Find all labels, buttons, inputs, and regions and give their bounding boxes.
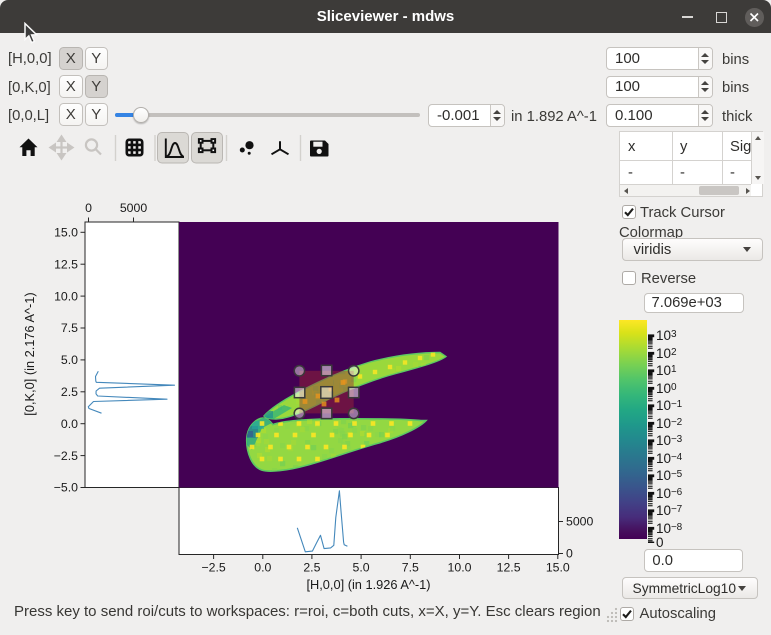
svg-text:0: 0	[566, 547, 573, 561]
svg-text:0.0: 0.0	[254, 561, 271, 575]
svg-text:7.5: 7.5	[61, 321, 78, 335]
svg-text:[0,K,0] (in 2.176 A^-1): [0,K,0] (in 2.176 A^-1)	[22, 292, 37, 415]
svg-text:0: 0	[85, 201, 92, 215]
svg-text:10.0: 10.0	[54, 289, 78, 303]
svg-text:−5.0: −5.0	[54, 481, 78, 495]
svg-text:−2.5: −2.5	[54, 449, 78, 463]
svg-text:5.0: 5.0	[61, 353, 78, 367]
svg-text:5000: 5000	[566, 515, 594, 529]
svg-text:12.5: 12.5	[497, 561, 521, 575]
svg-text:10.0: 10.0	[448, 561, 472, 575]
svg-text:5.0: 5.0	[353, 561, 370, 575]
svg-text:[H,0,0] (in 1.926 A^-1): [H,0,0] (in 1.926 A^-1)	[306, 577, 430, 592]
svg-text:2.5: 2.5	[303, 561, 320, 575]
svg-text:15.0: 15.0	[54, 226, 78, 240]
svg-text:12.5: 12.5	[54, 257, 78, 271]
svg-text:7.5: 7.5	[402, 561, 419, 575]
svg-text:−2.5: −2.5	[201, 561, 225, 575]
svg-text:5000: 5000	[120, 201, 148, 215]
svg-text:2.5: 2.5	[61, 385, 78, 399]
svg-text:15.0: 15.0	[546, 561, 570, 575]
svg-text:0.0: 0.0	[61, 417, 78, 431]
